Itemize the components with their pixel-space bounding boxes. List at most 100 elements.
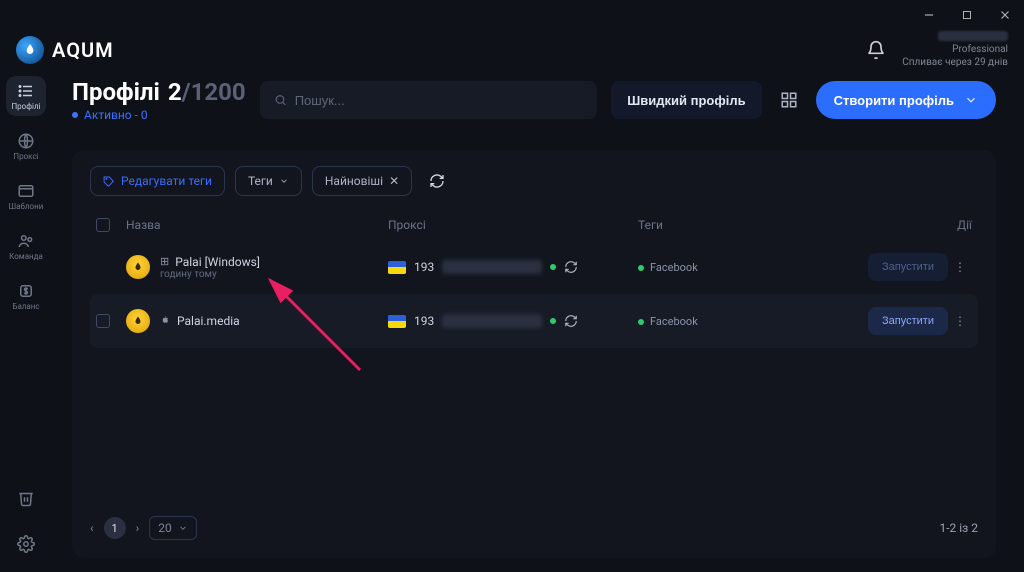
sort-label: Найновіші bbox=[325, 174, 383, 188]
sidebar-item-team[interactable]: Команда bbox=[6, 226, 46, 266]
name-cell: Palai.media bbox=[126, 309, 388, 333]
search-input[interactable] bbox=[295, 93, 584, 108]
page-range-text: 1-2 із 2 bbox=[939, 521, 978, 535]
profile-avatar-icon bbox=[126, 255, 150, 279]
window-maximize-button[interactable] bbox=[958, 6, 976, 24]
proxy-ip-prefix: 193 bbox=[414, 314, 434, 328]
edit-tags-button[interactable]: Редагувати теги bbox=[90, 166, 225, 196]
proxy-ip-blurred bbox=[442, 314, 542, 328]
flag-ukraine-icon bbox=[388, 315, 406, 328]
profile-subtitle: годину тому bbox=[160, 269, 260, 280]
search-box[interactable] bbox=[260, 81, 598, 119]
sidebar-trash-button[interactable] bbox=[6, 482, 46, 514]
pagination: ‹ 1 › 20 1-2 із 2 bbox=[90, 498, 978, 540]
name-cell: ⊞ Palai [Windows] годину тому bbox=[126, 255, 388, 280]
list-icon bbox=[17, 82, 35, 100]
account-name-blurred bbox=[938, 31, 1008, 41]
quick-profile-label: Швидкий профіль bbox=[627, 93, 745, 108]
row-more-button[interactable]: ⋮ bbox=[948, 260, 972, 274]
profiles-table-card: Редагувати теги Теги Найновіші ✕ Назва П… bbox=[72, 150, 996, 558]
active-count-line: Активно - 0 bbox=[72, 108, 246, 122]
row-checkbox[interactable] bbox=[96, 314, 110, 328]
close-icon[interactable]: ✕ bbox=[389, 174, 399, 188]
refresh-icon bbox=[429, 173, 445, 189]
page-size-value: 20 bbox=[158, 521, 172, 535]
proxy-refresh-button[interactable] bbox=[564, 314, 578, 328]
globe-icon bbox=[17, 132, 35, 150]
launch-button[interactable]: Запустити bbox=[868, 307, 948, 335]
row-more-button[interactable]: ⋮ bbox=[948, 314, 972, 328]
trash-icon bbox=[17, 489, 35, 507]
template-icon bbox=[17, 182, 35, 200]
account-tier: Professional bbox=[902, 43, 1008, 56]
window-minimize-button[interactable] bbox=[920, 6, 938, 24]
sidebar-item-label: Профілі bbox=[11, 102, 40, 111]
account-expiry: Спливає через 29 днів bbox=[902, 56, 1008, 69]
refresh-icon bbox=[564, 260, 578, 274]
search-icon bbox=[274, 93, 287, 107]
page-title: Профілі bbox=[72, 78, 160, 106]
quick-profile-button[interactable]: Швидкий профіль bbox=[611, 81, 761, 119]
chevron-down-icon bbox=[964, 93, 978, 107]
table-row[interactable]: Palai.media 193 Facebook bbox=[90, 294, 978, 348]
sidebar-item-label: Баланс bbox=[12, 302, 39, 311]
edit-tags-label: Редагувати теги bbox=[121, 174, 212, 188]
column-actions: Дії bbox=[838, 218, 972, 232]
proxy-ip-blurred bbox=[442, 260, 542, 274]
table-row[interactable]: ⊞ Palai [Windows] годину тому 193 bbox=[90, 240, 978, 294]
dollar-icon bbox=[17, 282, 35, 300]
profile-name: Palai.media bbox=[177, 314, 240, 328]
page-prev-button[interactable]: ‹ bbox=[90, 521, 94, 535]
filters-row: Редагувати теги Теги Найновіші ✕ bbox=[90, 166, 978, 196]
tags-dropdown[interactable]: Теги bbox=[235, 166, 302, 196]
status-dot-icon bbox=[550, 318, 556, 324]
tags-cell: Facebook bbox=[638, 314, 838, 329]
brand-name: AQUM bbox=[52, 38, 114, 62]
proxy-refresh-button[interactable] bbox=[564, 260, 578, 274]
window-titlebar bbox=[0, 0, 1024, 30]
tags-cell: Facebook bbox=[638, 260, 838, 275]
profiles-total-count: /1200 bbox=[182, 78, 246, 106]
sidebar-item-balance[interactable]: Баланс bbox=[6, 276, 46, 316]
sidebar: Профілі Проксі Шаблони Команда Баланс bbox=[0, 70, 52, 572]
windows-icon: ⊞ bbox=[160, 255, 169, 268]
proxy-cell: 193 bbox=[388, 260, 638, 274]
status-dot-icon bbox=[550, 264, 556, 270]
sidebar-settings-button[interactable] bbox=[6, 528, 46, 560]
title-block: Профілі 2/1200 Активно - 0 bbox=[72, 78, 246, 122]
create-profile-label: Створити профіль bbox=[834, 93, 954, 108]
page-next-button[interactable]: › bbox=[136, 521, 140, 535]
tag-chip: Facebook bbox=[638, 261, 698, 274]
chevron-down-icon bbox=[178, 523, 188, 533]
layout-toggle-button[interactable] bbox=[772, 81, 806, 119]
create-profile-button[interactable]: Створити профіль bbox=[816, 81, 996, 119]
sidebar-item-templates[interactable]: Шаблони bbox=[6, 176, 46, 216]
brand-logo-icon bbox=[16, 36, 44, 64]
page-number[interactable]: 1 bbox=[104, 517, 126, 539]
tag-chip: Facebook bbox=[638, 315, 698, 328]
profile-name: Palai [Windows] bbox=[175, 255, 260, 269]
main-header: Профілі 2/1200 Активно - 0 Швидкий профі… bbox=[72, 78, 996, 122]
sidebar-item-profiles[interactable]: Профілі bbox=[6, 76, 46, 116]
launch-button[interactable]: Запустити bbox=[868, 253, 948, 281]
proxy-ip-prefix: 193 bbox=[414, 260, 434, 274]
proxy-cell: 193 bbox=[388, 314, 638, 328]
tag-icon bbox=[103, 175, 115, 187]
refresh-button[interactable] bbox=[422, 166, 452, 196]
sidebar-item-label: Проксі bbox=[13, 152, 38, 161]
sort-pill[interactable]: Найновіші ✕ bbox=[312, 166, 412, 196]
chevron-down-icon bbox=[279, 176, 289, 186]
flag-ukraine-icon bbox=[388, 261, 406, 274]
launch-label: Запустити bbox=[882, 315, 934, 327]
profiles-used-count: 2 bbox=[168, 78, 182, 106]
sidebar-item-label: Шаблони bbox=[9, 202, 44, 211]
select-all-checkbox[interactable] bbox=[96, 218, 110, 232]
apple-icon bbox=[160, 314, 171, 328]
sidebar-item-proxy[interactable]: Проксі bbox=[6, 126, 46, 166]
sidebar-item-label: Команда bbox=[9, 252, 43, 261]
window-close-button[interactable] bbox=[996, 6, 1014, 24]
column-tags: Теги bbox=[638, 218, 838, 232]
table-header: Назва Проксі Теги Дії bbox=[90, 210, 978, 240]
page-size-select[interactable]: 20 bbox=[149, 516, 197, 540]
notifications-button[interactable] bbox=[866, 40, 886, 60]
